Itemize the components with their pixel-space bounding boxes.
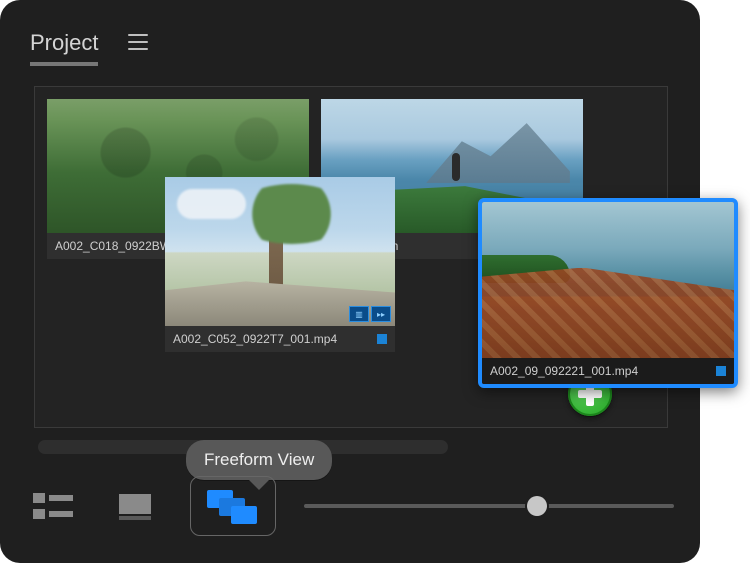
clip-filename: A002_09_092221_001.mp4 xyxy=(490,364,638,378)
freeform-view-icon xyxy=(205,486,261,526)
list-view-icon xyxy=(33,491,73,521)
clip-filename: A002_C052_0922T7_001.mp4 xyxy=(173,332,337,346)
list-view-button[interactable] xyxy=(26,485,80,527)
clip-badge-strip: ▥ ▸▸ xyxy=(349,306,391,322)
clip-thumbnail: ▥ ▸▸ xyxy=(165,177,395,326)
panel-title: Project xyxy=(30,30,98,66)
tooltip-freeform-view: Freeform View xyxy=(186,440,332,480)
slider-thumb[interactable] xyxy=(527,496,547,516)
clip-label-swatch[interactable] xyxy=(716,366,726,376)
clip-label-swatch[interactable] xyxy=(377,334,387,344)
inout-badge-icon: ▸▸ xyxy=(371,306,391,322)
panel-menu-icon[interactable] xyxy=(128,34,148,50)
clip-thumbnail xyxy=(482,202,734,358)
project-toolbar xyxy=(26,479,674,533)
freeform-view-button[interactable] xyxy=(190,476,276,536)
icon-view-icon xyxy=(116,491,154,521)
proxy-badge-icon: ▥ xyxy=(349,306,369,322)
clip-filename: A002_C018_0922BW xyxy=(55,239,171,253)
clip-item[interactable]: ▥ ▸▸ A002_C052_0922T7_001.mp4 xyxy=(165,177,395,352)
thumbnail-size-slider[interactable] xyxy=(304,504,674,508)
clip-item-selected[interactable]: A002_09_092221_001.mp4 xyxy=(478,198,738,388)
icon-view-button[interactable] xyxy=(108,485,162,527)
